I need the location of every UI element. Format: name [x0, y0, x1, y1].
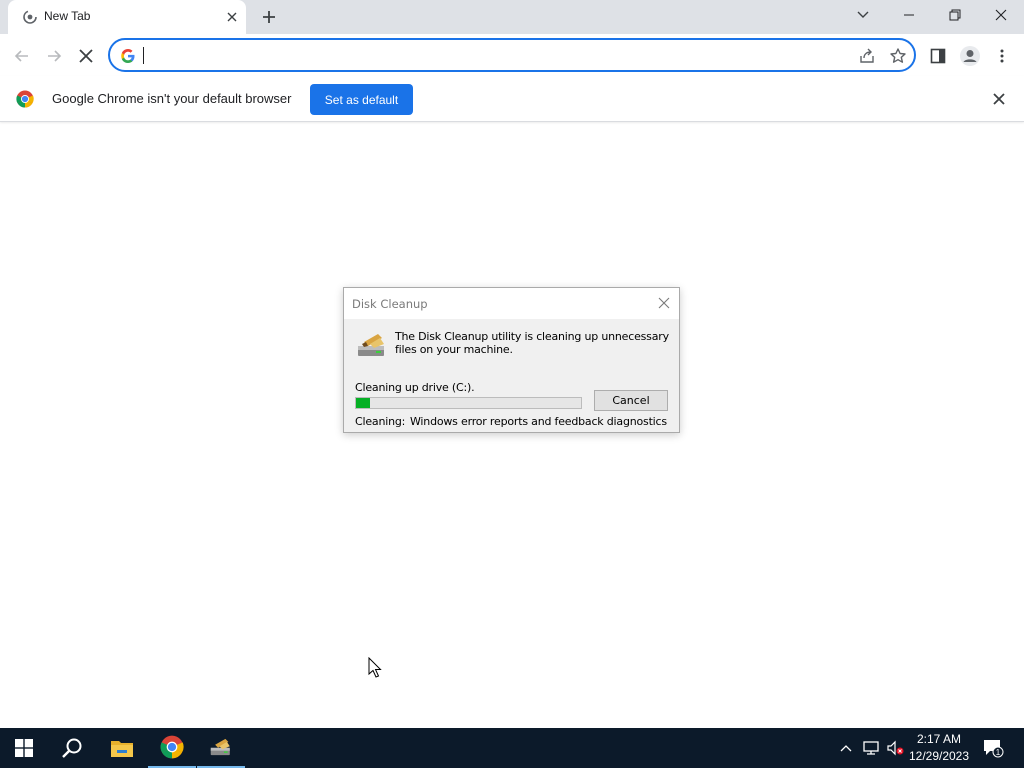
cleaning-label: Cleaning: — [355, 415, 406, 428]
side-panel-icon — [930, 48, 946, 64]
tab-search-button[interactable] — [840, 0, 886, 30]
network-tray-button[interactable] — [860, 728, 882, 768]
dialog-titlebar[interactable]: Disk Cleanup — [344, 288, 679, 319]
show-hidden-icons-button[interactable] — [836, 728, 856, 768]
minimize-icon — [904, 14, 914, 16]
disk-cleanup-icon — [210, 738, 230, 756]
back-arrow-icon — [14, 50, 28, 62]
network-icon — [863, 741, 879, 755]
start-button[interactable] — [0, 728, 48, 768]
google-g-icon — [121, 49, 135, 63]
tab-title: New Tab — [44, 9, 91, 23]
text-caret — [143, 47, 144, 64]
menu-button[interactable] — [988, 42, 1016, 70]
chevron-down-icon — [857, 11, 869, 18]
tab-strip: New Tab — [0, 0, 1024, 34]
chrome-loading-icon — [23, 10, 37, 24]
profile-button[interactable] — [956, 42, 984, 70]
browser-toolbar — [0, 34, 1024, 76]
close-icon[interactable] — [991, 91, 1007, 107]
profile-avatar-icon — [960, 46, 980, 66]
close-icon — [995, 9, 1007, 21]
restore-icon — [949, 9, 961, 21]
star-icon[interactable] — [889, 47, 907, 65]
cleanup-progress-bar — [355, 397, 582, 409]
clock-time: 2:17 AM — [916, 732, 962, 746]
chrome-taskbar-button[interactable] — [148, 728, 196, 768]
restore-button[interactable] — [932, 0, 978, 30]
default-browser-infobar: Google Chrome isn't your default browser… — [0, 76, 1024, 122]
drive-status: Cleaning up drive (C:). — [355, 381, 475, 394]
forward-button[interactable] — [40, 42, 68, 70]
minimize-button[interactable] — [886, 0, 932, 30]
notification-count: 1 — [996, 748, 1001, 757]
set-as-default-button[interactable]: Set as default — [310, 84, 413, 115]
forward-arrow-icon — [48, 50, 62, 62]
address-bar[interactable] — [108, 38, 916, 72]
stop-loading-icon — [79, 49, 93, 63]
notification-icon: 1 — [984, 740, 1004, 758]
system-clock[interactable]: 2:17 AM 12/29/2023 — [905, 731, 973, 765]
plus-icon[interactable] — [258, 6, 280, 28]
chrome-logo-icon — [16, 90, 34, 108]
disk-cleanup-dialog: Disk Cleanup The Disk Cleanup utility is… — [343, 287, 680, 433]
stop-button[interactable] — [72, 42, 100, 70]
chevron-up-icon — [840, 745, 852, 752]
close-icon[interactable] — [224, 9, 240, 25]
clock-date: 12/29/2023 — [908, 749, 970, 763]
windows-taskbar: 2:17 AM 12/29/2023 1 — [0, 728, 1024, 768]
share-icon[interactable] — [858, 47, 876, 65]
cancel-button[interactable]: Cancel — [594, 390, 668, 411]
tab-new-tab[interactable]: New Tab — [8, 0, 246, 34]
dialog-message: The Disk Cleanup utility is cleaning up … — [395, 330, 669, 356]
window-close-button[interactable] — [978, 0, 1024, 30]
cleaning-item: Windows error reports and feedback diagn… — [410, 415, 667, 428]
disk-cleanup-icon — [358, 334, 384, 356]
close-icon[interactable] — [657, 296, 671, 310]
progress-fill — [356, 398, 370, 408]
chrome-icon — [160, 735, 184, 759]
kebab-menu-icon — [1000, 49, 1004, 63]
disk-cleanup-taskbar-button[interactable] — [197, 728, 245, 768]
infobar-message: Google Chrome isn't your default browser — [52, 91, 292, 106]
action-center-button[interactable]: 1 — [978, 728, 1008, 768]
search-icon — [62, 738, 82, 758]
search-button[interactable] — [48, 728, 96, 768]
file-explorer-icon — [111, 741, 133, 757]
dialog-title: Disk Cleanup — [352, 297, 428, 311]
back-button[interactable] — [8, 42, 36, 70]
file-explorer-button[interactable] — [98, 728, 146, 768]
volume-muted-icon — [887, 740, 904, 756]
volume-tray-button[interactable] — [884, 728, 906, 768]
side-panel-button[interactable] — [924, 42, 952, 70]
mouse-cursor-icon — [368, 657, 382, 678]
windows-start-icon — [15, 739, 33, 757]
omnibox-input[interactable] — [142, 45, 822, 65]
